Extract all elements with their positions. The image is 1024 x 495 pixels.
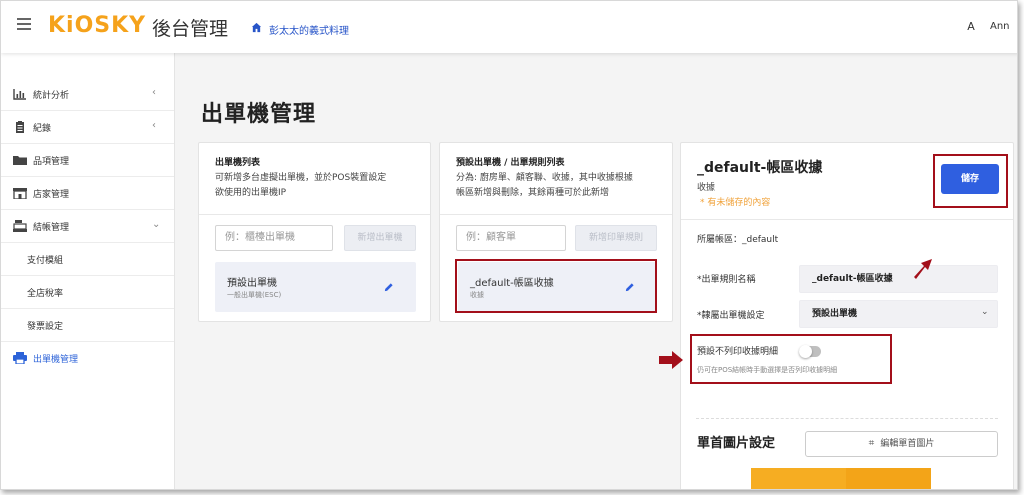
sidebar-item-statistics[interactable]: 統計分析 ‹ [1,78,174,111]
preview-block [751,468,846,489]
store-icon [13,188,27,199]
sidebar-item-records[interactable]: 紀錄 ‹ [1,111,174,144]
preview-block [846,468,931,489]
description-line: 帳區新增與刪除，其餘兩種可於此新增 [456,188,610,198]
detail-subtitle: 收據 [697,183,716,193]
card-header: 預設出單機 / 出單規則列表 分為: 廚房單、顧客聯、收據，其中收據根據 帳區新… [440,143,672,215]
app-window: KiOSKY 後台管理 彭太太的義式料理 A Ann 統計分析 ‹ 紀錄 ‹ 品… [0,0,1018,490]
sidebar-item-label: 結帳管理 [33,223,70,233]
sidebar-item-label: 紀錄 [33,124,52,134]
rule-name-input[interactable]: 例：顧客單 [456,225,566,251]
unsaved-notice: * 有未儲存的內容 [700,198,771,208]
bar-chart-icon [13,89,26,100]
card-description: 分為: 廚房單、顧客聯、收據，其中收據根據 帳區新增與刪除，其餘兩種可於此新增 [456,171,633,201]
folder-icon [13,156,27,165]
description-line: 可新增多台虛擬出單機，並於POS裝置設定 [215,173,387,183]
card-title: 預設出單機 / 出單規則列表 [456,158,565,168]
rule-name-label: *出單規則名稱 [697,275,756,285]
sidebar-item-store[interactable]: 店家管理 [1,177,174,210]
card-header: 出單機列表 可新增多台虛擬出單機，並於POS裝置設定 欲使用的出單機IP [199,143,430,215]
home-icon [251,22,262,33]
edit-header-image-label: 編輯單首圖片 [880,439,935,449]
edit-header-image-button[interactable]: ⌗ 編輯單首圖片 [805,431,998,457]
card-title: 出單機列表 [215,158,261,168]
sidebar-item-label: 支付模組 [27,256,64,266]
printer-type: 一般出單機(ESC) [227,291,282,299]
sidebar-item-tax-rate[interactable]: 全店稅率 [1,276,174,309]
chevron-down-icon: ⌄ [981,307,989,317]
annotation-highlight-box [455,259,657,313]
sidebar-item-products[interactable]: 品項管理 [1,144,174,177]
printer-list-item[interactable]: 預設出單機 一般出單機(ESC) [215,262,416,312]
sidebar-item-label: 品項管理 [33,157,70,167]
sidebar-item-label: 統計分析 [33,91,70,101]
header-image-title: 單首圖片設定 [697,436,776,451]
sidebar-item-label: 發票設定 [27,322,64,332]
avatar[interactable]: A [959,15,983,39]
no-print-detail-hint: 仍可在POS結帳時手動選擇是否列印收據明細 [697,366,838,374]
pencil-edit-icon[interactable] [383,282,394,293]
no-print-detail-toggle[interactable] [799,345,821,358]
annotation-highlight-box [933,154,1008,208]
sidebar-item-label: 全店稅率 [27,289,64,299]
description-line: 欲使用的出單機IP [215,188,287,198]
account-zone-label: 所屬帳區：_default [697,235,779,245]
header-image-preview [711,468,981,489]
sidebar-item-payment-module[interactable]: 支付模組 [1,243,174,276]
sidebar-item-invoice-settings[interactable]: 發票設定 [1,309,174,342]
detail-title: _default-帳區收據 [697,160,823,176]
printer-list-card: 出單機列表 可新增多台虛擬出單機，並於POS裝置設定 欲使用的出單機IP 例：櫃… [198,142,431,322]
no-print-detail-label: 預設不列印收據明細 [697,347,779,357]
chevron-down-icon: ⌄ [152,219,161,230]
cash-register-icon [13,220,27,232]
section-divider [696,418,998,419]
top-header: KiOSKY 後台管理 彭太太的義式料理 A Ann [1,1,1017,53]
user-name[interactable]: Ann [990,21,1010,32]
chevron-left-icon: ‹ [152,87,156,98]
rule-name-field[interactable]: _default-帳區收據 [799,265,998,293]
add-printer-button[interactable]: 新增出單機 [344,225,416,251]
sidebar-item-checkout[interactable]: 結帳管理 ⌄ [1,210,174,243]
annotation-highlight-box [690,334,892,384]
toggle-knob [799,345,812,358]
description-line: 分為: 廚房單、顧客聯、收據，其中收據根據 [456,173,633,183]
sidebar-item-label: 店家管理 [33,190,70,200]
page-title: 出單機管理 [201,102,317,127]
add-print-rule-button[interactable]: 新增印單規則 [575,225,657,251]
annotation-arrow-icon [914,259,932,279]
admin-title: 後台管理 [152,18,229,40]
store-name-link[interactable]: 彭太太的義式料理 [269,22,349,37]
crop-icon: ⌗ [868,438,875,449]
clipboard-icon [16,121,24,133]
card-description: 可新增多台虛擬出單機，並於POS裝置設定 欲使用的出單機IP [215,171,386,201]
sidebar-item-printer-management[interactable]: 出單機管理 [1,342,174,375]
sidebar-item-label: 出單機管理 [33,355,79,365]
kiosky-logo: KiOSKY [48,13,147,38]
annotation-arrow-icon [659,351,683,369]
printer-name: 預設出單機 [227,278,277,289]
printer-name-input[interactable]: 例：櫃檯出單機 [215,225,333,251]
printer-icon [13,352,27,364]
printer-setting-label: *隸屬出單機設定 [697,311,765,321]
hamburger-menu-icon[interactable] [17,18,31,30]
chevron-left-icon: ‹ [152,120,156,131]
sidebar: 統計分析 ‹ 紀錄 ‹ 品項管理 店家管理 結帳管理 ⌄ 支付模組 全店稅率 發… [1,53,175,489]
printer-select[interactable]: 預設出單機 [799,300,998,328]
